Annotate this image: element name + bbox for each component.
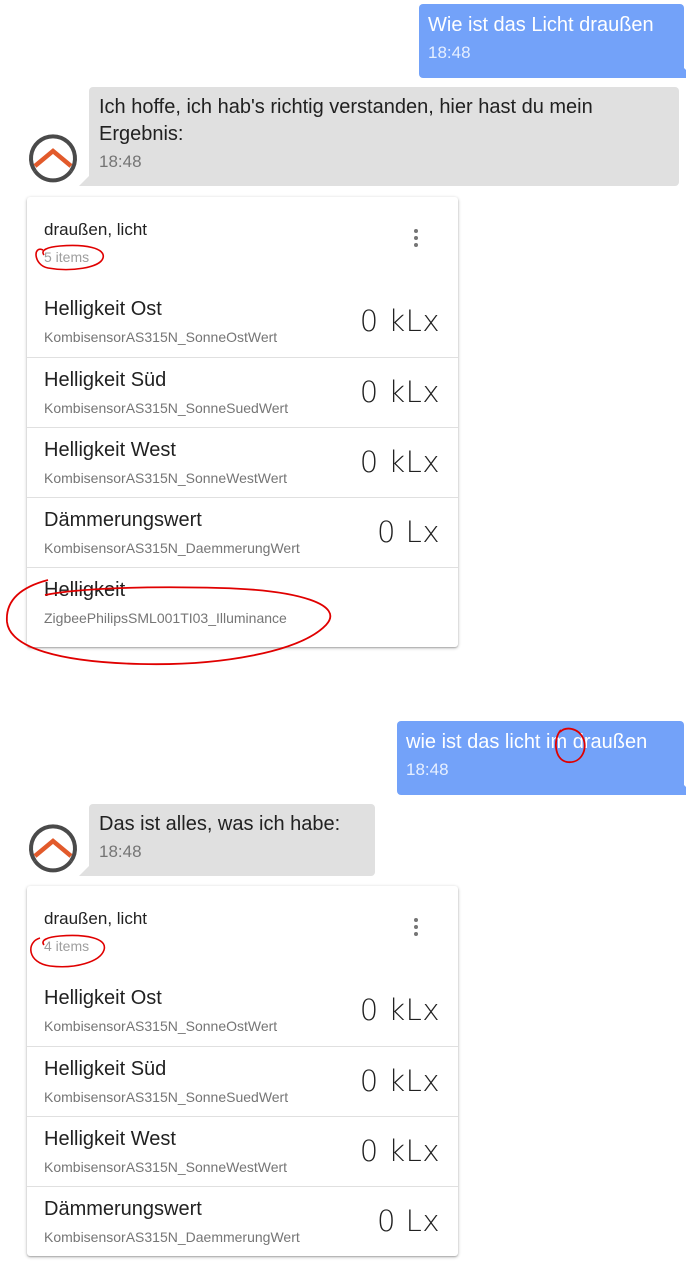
- item-value: 0 Lx: [377, 1204, 440, 1238]
- item-label: Helligkeit Ost: [44, 987, 162, 1009]
- bot-message-bubble: Ich hoffe, ich hab's richtig verstanden,…: [79, 87, 679, 186]
- message-time: 18:48: [99, 842, 142, 861]
- card-header: draußen, licht 4 items: [27, 886, 458, 976]
- item-value: 0 kLx: [359, 1064, 440, 1098]
- item-name: KombisensorAS315N_DaemmerungWert: [44, 1229, 300, 1245]
- item-value: 0 kLx: [359, 993, 440, 1027]
- item-name: ZigbeePhilipsSML001TI03_Illuminance: [44, 610, 287, 626]
- item-name: KombisensorAS315N_SonneOstWert: [44, 329, 278, 345]
- item-value: 0 kLx: [359, 1134, 440, 1168]
- list-item[interactable]: Helligkeit Süd KombisensorAS315N_SonneSu…: [27, 1046, 458, 1116]
- openhab-logo-icon: [29, 134, 77, 183]
- list-item[interactable]: Helligkeit Süd KombisensorAS315N_SonneSu…: [27, 357, 458, 427]
- item-list: Helligkeit Ost KombisensorAS315N_SonneOs…: [27, 287, 458, 647]
- item-label: Helligkeit West: [44, 439, 176, 461]
- bot-message-text: Das ist alles, was ich habe:: [99, 813, 341, 835]
- item-label: Helligkeit: [44, 579, 126, 601]
- list-item[interactable]: Helligkeit West KombisensorAS315N_SonneW…: [27, 1116, 458, 1186]
- item-value: 0 kLx: [359, 375, 440, 409]
- list-item[interactable]: Helligkeit ZigbeePhilipsSML001TI03_Illum…: [27, 567, 458, 647]
- item-label: Helligkeit West: [44, 1128, 176, 1150]
- card-title: draußen, licht: [44, 220, 147, 239]
- item-label: Dämmerungswert: [44, 1198, 202, 1220]
- bot-message-text: Ich hoffe, ich hab's richtig verstanden,…: [99, 96, 593, 145]
- user-message-text: wie ist das licht im draußen: [406, 731, 648, 753]
- more-vert-icon[interactable]: [404, 227, 428, 251]
- items-card: draußen, licht 4 items Helligkeit Ost Ko…: [27, 886, 458, 1256]
- list-item[interactable]: Helligkeit Ost KombisensorAS315N_SonneOs…: [27, 287, 458, 357]
- message-time: 18:48: [406, 760, 449, 779]
- more-vert-icon[interactable]: [404, 916, 428, 940]
- openhab-logo-icon: [29, 824, 77, 873]
- card-item-count: 5 items: [44, 249, 90, 265]
- card-title: draußen, licht: [44, 909, 147, 928]
- item-label: Dämmerungswert: [44, 509, 202, 531]
- user-message-bubble: wie ist das licht im draußen 18:48: [397, 721, 686, 795]
- item-name: KombisensorAS315N_SonneWestWert: [44, 470, 288, 486]
- card-item-count: 4 items: [44, 938, 90, 954]
- list-item[interactable]: Dämmerungswert KombisensorAS315N_Daemmer…: [27, 1186, 458, 1256]
- item-label: Helligkeit Süd: [44, 369, 167, 391]
- item-value: 0 Lx: [377, 515, 440, 549]
- message-time: 18:48: [99, 152, 142, 171]
- user-message-text: Wie ist das Licht draußen: [428, 14, 654, 36]
- item-value: 0 kLx: [359, 445, 440, 479]
- item-name: KombisensorAS315N_SonneOstWert: [44, 1018, 278, 1034]
- message-time: 18:48: [428, 43, 471, 62]
- list-item[interactable]: Helligkeit West KombisensorAS315N_SonneW…: [27, 427, 458, 497]
- item-name: KombisensorAS315N_SonneSuedWert: [44, 400, 289, 416]
- item-name: KombisensorAS315N_DaemmerungWert: [44, 540, 300, 556]
- item-name: KombisensorAS315N_SonneSuedWert: [44, 1089, 289, 1105]
- list-item[interactable]: Dämmerungswert KombisensorAS315N_Daemmer…: [27, 497, 458, 567]
- item-name: KombisensorAS315N_SonneWestWert: [44, 1159, 288, 1175]
- bot-message-bubble: Das ist alles, was ich habe: 18:48: [79, 804, 375, 876]
- list-item[interactable]: Helligkeit Ost KombisensorAS315N_SonneOs…: [27, 976, 458, 1046]
- items-card: draußen, licht 5 items Helligkeit Ost Ko…: [27, 197, 458, 647]
- item-list: Helligkeit Ost KombisensorAS315N_SonneOs…: [27, 976, 458, 1256]
- card-header: draußen, licht 5 items: [27, 197, 458, 287]
- item-label: Helligkeit Süd: [44, 1058, 167, 1080]
- user-message-bubble: Wie ist das Licht draußen 18:48: [419, 4, 686, 78]
- item-value: 0 kLx: [359, 304, 440, 338]
- item-label: Helligkeit Ost: [44, 298, 162, 320]
